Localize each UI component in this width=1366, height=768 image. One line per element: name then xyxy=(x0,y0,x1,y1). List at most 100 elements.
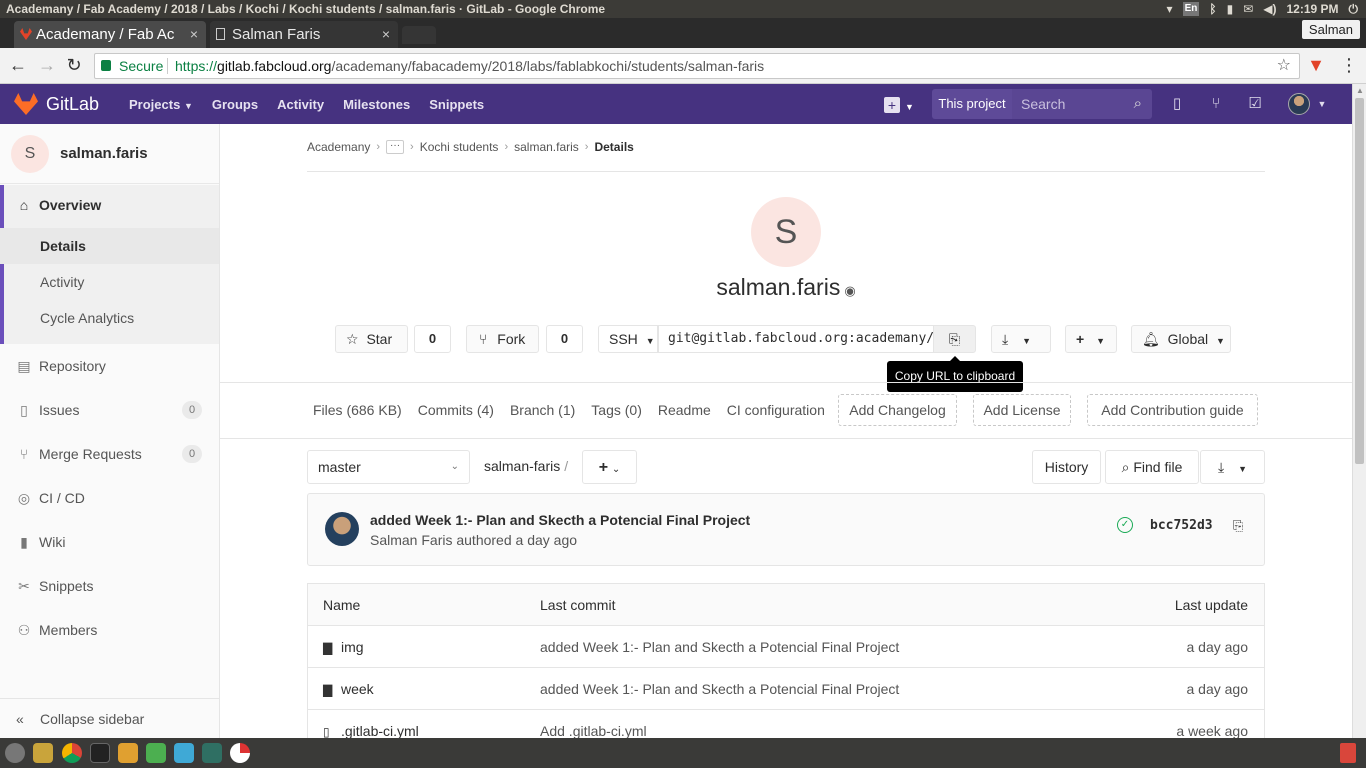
stat-commits[interactable]: Commits (4) xyxy=(418,402,494,418)
history-button[interactable]: History xyxy=(1032,450,1101,484)
user-avatar[interactable] xyxy=(1288,93,1310,115)
terminal-icon[interactable] xyxy=(90,743,110,763)
chrome-icon[interactable] xyxy=(62,743,82,763)
trash-icon[interactable] xyxy=(1340,743,1356,763)
close-tab-icon[interactable]: × xyxy=(382,21,390,48)
keyboard-lang[interactable]: En xyxy=(1182,2,1200,16)
search-input[interactable]: Search ⌕ xyxy=(1012,89,1152,119)
url-text[interactable]: https://gitlab.fabcloud.org/academany/fa… xyxy=(175,54,764,78)
sidebar-item-members[interactable]: ⚇ Members xyxy=(0,612,219,648)
collapse-sidebar-button[interactable]: « Collapse sidebar xyxy=(0,698,219,738)
sidebar-item-overview[interactable]: ⌂ Overview xyxy=(0,187,219,223)
volume-icon[interactable]: ◀) xyxy=(1263,0,1276,18)
sidebar-item-cycle-analytics[interactable]: Cycle Analytics xyxy=(0,300,219,336)
power-icon[interactable]: ⏻ xyxy=(1349,0,1359,18)
bookmark-star-icon[interactable]: ☆ xyxy=(1277,54,1291,78)
browser-tab-active[interactable]: Academany / Fab Ac × xyxy=(14,21,206,48)
stat-tags[interactable]: Tags (0) xyxy=(591,402,642,418)
new-item-dropdown[interactable]: + ▼ xyxy=(884,95,918,113)
nav-activity[interactable]: Activity xyxy=(277,97,324,112)
copy-url-button[interactable]: ⎘ xyxy=(933,325,976,353)
commit-message[interactable]: added Week 1:- Plan and Skecth a Potenci… xyxy=(370,512,750,528)
table-row[interactable]: ▇ week added Week 1:- Plan and Skecth a P… xyxy=(308,668,1264,710)
todos-icon[interactable]: ☑ xyxy=(1246,95,1264,113)
notification-dropdown[interactable]: 🔔︎ Global ▼ xyxy=(1131,325,1231,353)
fork-button[interactable]: ⑂ Fork xyxy=(466,325,539,353)
close-tab-icon[interactable]: × xyxy=(190,21,198,48)
app-icon[interactable] xyxy=(230,743,250,763)
breadcrumb-more-button[interactable]: ··· xyxy=(386,140,405,154)
repo-path-root[interactable]: salman-faris xyxy=(484,458,560,474)
page-scrollbar[interactable]: ▲ xyxy=(1352,84,1366,738)
add-file-dropdown[interactable]: + ⌄ xyxy=(582,450,637,484)
email-icon[interactable]: ✉ xyxy=(1243,0,1253,18)
chevron-down-icon[interactable]: ▼ xyxy=(1313,95,1331,113)
add-license-button[interactable]: Add License xyxy=(973,394,1071,426)
stat-readme[interactable]: Readme xyxy=(658,402,711,418)
star-count[interactable]: 0 xyxy=(414,325,451,353)
profile-button[interactable]: Salman xyxy=(1301,20,1360,39)
sidebar-item-ci-cd[interactable]: ◎ CI / CD xyxy=(0,480,219,516)
download-dropdown[interactable]: ⤓ ▼ xyxy=(991,325,1051,353)
find-file-button[interactable]: ⌕ Find file xyxy=(1105,450,1199,484)
browser-tab-inactive[interactable]: Salman Faris × xyxy=(210,21,398,48)
settings-icon[interactable] xyxy=(174,743,194,763)
address-bar[interactable]: Secure https://gitlab.fabcloud.org/acade… xyxy=(94,53,1300,79)
sidebar-item-merge-requests[interactable]: ⑂ Merge Requests 0 xyxy=(0,436,219,472)
scroll-up-icon[interactable]: ▲ xyxy=(1356,86,1364,95)
forward-icon[interactable]: → xyxy=(36,54,58,76)
stat-ci-configuration[interactable]: CI configuration xyxy=(727,402,825,418)
app-icon[interactable] xyxy=(146,743,166,763)
breadcrumb-project[interactable]: salman.faris xyxy=(514,140,579,154)
sidebar-item-issues[interactable]: ▯ Issues 0 xyxy=(0,392,219,428)
back-icon[interactable]: ← xyxy=(7,54,29,76)
merge-requests-icon[interactable]: ⑂ xyxy=(1207,95,1225,113)
gitlab-logo[interactable]: GitLab xyxy=(14,84,99,124)
add-changelog-button[interactable]: Add Changelog xyxy=(838,394,957,426)
star-button[interactable]: ☆ Star xyxy=(335,325,408,353)
stat-files[interactable]: Files (686 KB) xyxy=(313,402,402,418)
nav-milestones[interactable]: Milestones xyxy=(343,97,410,112)
add-contribution-guide-button[interactable]: Add Contribution guide xyxy=(1087,394,1258,426)
reload-icon[interactable]: ↻ xyxy=(63,54,85,76)
new-tab-button[interactable] xyxy=(402,26,436,44)
gitlab-extension-icon[interactable]: ▼ xyxy=(1305,54,1327,76)
scrollbar-thumb[interactable] xyxy=(1355,98,1364,464)
sidebar-item-repository[interactable]: ▤ Repository xyxy=(0,348,219,384)
protocol-dropdown[interactable]: SSH ▼ xyxy=(598,325,658,353)
chrome-menu-icon[interactable]: ⋮ xyxy=(1338,54,1360,76)
nav-projects[interactable]: Projects ▼ xyxy=(129,97,193,112)
sidebar-item-details[interactable]: Details xyxy=(0,228,219,264)
battery-icon[interactable]: ▮ xyxy=(1227,0,1234,18)
fork-count[interactable]: 0 xyxy=(546,325,583,353)
launcher-icon[interactable] xyxy=(5,743,25,763)
app-icon[interactable] xyxy=(202,743,222,763)
commit-author-avatar[interactable] xyxy=(325,512,359,546)
wifi-icon[interactable]: ▾ xyxy=(1167,0,1173,18)
table-row[interactable]: ▯ .gitlab-ci.yml Add .gitlab-ci.yml a wee… xyxy=(308,710,1264,738)
nav-snippets[interactable]: Snippets xyxy=(429,97,484,112)
files-icon[interactable] xyxy=(33,743,53,763)
add-dropdown[interactable]: + ▼ xyxy=(1065,325,1117,353)
sidebar-item-wiki[interactable]: ▮ Wiki xyxy=(0,524,219,560)
breadcrumb-group[interactable]: Kochi students xyxy=(420,140,499,154)
commit-sha[interactable]: bcc752d3 xyxy=(1150,518,1213,533)
copy-sha-icon[interactable]: ⎘ xyxy=(1233,518,1243,534)
download-source-dropdown[interactable]: ⤓ ▼ xyxy=(1200,450,1265,484)
sidebar-item-activity[interactable]: Activity xyxy=(0,264,219,300)
breadcrumb-current[interactable]: Details xyxy=(594,140,633,154)
app-icon[interactable] xyxy=(118,743,138,763)
breadcrumb-root[interactable]: Academany xyxy=(307,140,370,154)
bluetooth-icon[interactable]: ᛒ xyxy=(1209,0,1216,18)
search-scope-label[interactable]: This project xyxy=(932,89,1012,119)
sidebar-toggle-icon[interactable]: ▯ xyxy=(1168,95,1186,113)
stat-branch[interactable]: Branch (1) xyxy=(510,402,575,418)
sidebar-project-header[interactable]: S salman.faris xyxy=(0,124,219,184)
nav-groups[interactable]: Groups xyxy=(212,97,258,112)
sidebar-item-snippets[interactable]: ✂ Snippets xyxy=(0,568,219,604)
table-row[interactable]: ▇ img added Week 1:- Plan and Skecth a Po… xyxy=(308,626,1264,668)
clone-url-input[interactable]: git@gitlab.fabcloud.org:academany/fabaca… xyxy=(658,325,934,353)
branch-select[interactable]: master ⌄ xyxy=(307,450,470,484)
pipeline-passed-icon[interactable]: ✓ xyxy=(1117,517,1133,533)
clock[interactable]: 12:19 PM xyxy=(1286,0,1338,18)
